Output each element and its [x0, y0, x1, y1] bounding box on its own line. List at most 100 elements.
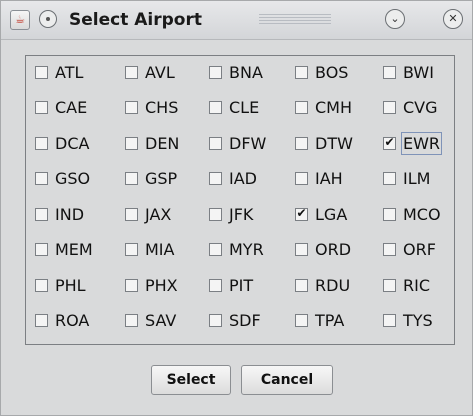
checkbox-unchecked-icon[interactable] — [209, 101, 222, 114]
airport-checkbox-ewr[interactable]: EWR — [383, 129, 463, 157]
airport-checkbox-ind[interactable]: IND — [35, 200, 125, 228]
checkbox-unchecked-icon[interactable] — [209, 243, 222, 256]
checkbox-unchecked-icon[interactable] — [125, 207, 138, 221]
checkbox-unchecked-icon[interactable] — [209, 314, 222, 327]
airport-checkbox-rdu[interactable]: RDU — [295, 271, 383, 299]
airport-code-label: PHL — [55, 275, 86, 295]
checkbox-unchecked-icon[interactable] — [209, 278, 222, 292]
airport-code-label: ROA — [55, 311, 90, 330]
airport-code-label: DEN — [145, 133, 180, 153]
airport-checkbox-bna[interactable]: BNA — [209, 58, 295, 86]
checkbox-unchecked-icon[interactable] — [383, 101, 396, 114]
airport-checkbox-roa[interactable]: ROA — [35, 307, 125, 335]
airport-code-label: JAX — [145, 204, 172, 224]
airport-checkbox-ilm[interactable]: ILM — [383, 165, 463, 193]
airport-code-label: ORD — [315, 240, 352, 259]
airport-checkbox-bos[interactable]: BOS — [295, 58, 383, 86]
airport-checkbox-sdf[interactable]: SDF — [209, 307, 295, 335]
airport-checkbox-pit[interactable]: PIT — [209, 271, 295, 299]
airport-checkbox-gsp[interactable]: GSP — [125, 165, 209, 193]
airport-checkbox-iah[interactable]: IAH — [295, 165, 383, 193]
checkbox-unchecked-icon[interactable] — [125, 136, 138, 150]
checkbox-unchecked-icon[interactable] — [209, 65, 222, 79]
airport-checkbox-cae[interactable]: CAE — [35, 94, 125, 122]
checkbox-unchecked-icon[interactable] — [125, 314, 138, 327]
checkbox-unchecked-icon[interactable] — [125, 278, 138, 292]
airport-checkbox-cmh[interactable]: CMH — [295, 94, 383, 122]
airport-code-label: MYR — [229, 240, 264, 259]
checkbox-unchecked-icon[interactable] — [383, 207, 396, 221]
checkbox-unchecked-icon[interactable] — [35, 278, 48, 292]
checkbox-unchecked-icon[interactable] — [383, 65, 396, 79]
checkbox-unchecked-icon[interactable] — [35, 136, 48, 150]
checkbox-unchecked-icon[interactable] — [209, 172, 222, 185]
checkbox-unchecked-icon[interactable] — [209, 136, 222, 150]
checkbox-unchecked-icon[interactable] — [35, 172, 48, 185]
airport-checkbox-mco[interactable]: MCO — [383, 200, 463, 228]
airport-checkbox-phl[interactable]: PHL — [35, 271, 125, 299]
checkbox-checked-icon[interactable] — [295, 207, 308, 221]
cancel-button[interactable]: Cancel — [241, 365, 333, 395]
airport-checkbox-gso[interactable]: GSO — [35, 165, 125, 193]
checkbox-unchecked-icon[interactable] — [35, 65, 48, 79]
airport-checkbox-dfw[interactable]: DFW — [209, 129, 295, 157]
airport-code-label: BNA — [229, 62, 263, 82]
airport-code-label: PIT — [229, 275, 254, 295]
chevron-down-icon[interactable]: ⌄ — [385, 9, 405, 29]
checkbox-unchecked-icon[interactable] — [35, 101, 48, 114]
checkbox-unchecked-icon[interactable] — [383, 243, 396, 256]
airport-checkbox-ord[interactable]: ORD — [295, 236, 383, 264]
close-icon[interactable]: ✕ — [443, 9, 463, 29]
airport-checkbox-cle[interactable]: CLE — [209, 94, 295, 122]
airport-checkbox-chs[interactable]: CHS — [125, 94, 209, 122]
select-button[interactable]: Select — [151, 365, 231, 395]
checkbox-unchecked-icon[interactable] — [383, 278, 396, 292]
airport-checkbox-dtw[interactable]: DTW — [295, 129, 383, 157]
window-menu-icon[interactable] — [39, 10, 57, 28]
airport-checkbox-phx[interactable]: PHX — [125, 271, 209, 299]
airport-checkbox-cvg[interactable]: CVG — [383, 94, 463, 122]
checkbox-unchecked-icon[interactable] — [383, 172, 396, 185]
airport-code-label: SDF — [229, 311, 261, 330]
airport-checkbox-jfk[interactable]: JFK — [209, 200, 295, 228]
checkbox-unchecked-icon[interactable] — [295, 172, 308, 185]
airport-code-label: RDU — [315, 275, 351, 295]
checkbox-unchecked-icon[interactable] — [295, 101, 308, 114]
checkbox-unchecked-icon[interactable] — [125, 243, 138, 256]
airport-checkbox-ric[interactable]: RIC — [383, 271, 463, 299]
checkbox-unchecked-icon[interactable] — [209, 207, 222, 221]
airport-code-label: CLE — [229, 98, 260, 117]
airport-checkbox-den[interactable]: DEN — [125, 129, 209, 157]
airport-checkbox-myr[interactable]: MYR — [209, 236, 295, 264]
checkbox-unchecked-icon[interactable] — [35, 243, 48, 256]
checkbox-unchecked-icon[interactable] — [295, 136, 308, 150]
checkbox-unchecked-icon[interactable] — [125, 65, 138, 79]
airport-checkbox-tpa[interactable]: TPA — [295, 307, 383, 335]
airport-checkbox-mem[interactable]: MEM — [35, 236, 125, 264]
airport-checkbox-tys[interactable]: TYS — [383, 307, 463, 335]
airport-checkbox-grid: ATL AVL BNA BOS BWI CAE CHS CLE CMH CVG DCA DEN DFW D… — [25, 55, 455, 345]
airport-checkbox-jax[interactable]: JAX — [125, 200, 209, 228]
airport-code-label: ATL — [55, 62, 84, 82]
airport-checkbox-bwi[interactable]: BWI — [383, 58, 463, 86]
checkbox-unchecked-icon[interactable] — [125, 172, 138, 185]
airport-checkbox-orf[interactable]: ORF — [383, 236, 463, 264]
checkbox-unchecked-icon[interactable] — [295, 278, 308, 292]
checkbox-checked-icon[interactable] — [383, 136, 396, 150]
checkbox-unchecked-icon[interactable] — [383, 314, 396, 327]
checkbox-unchecked-icon[interactable] — [35, 314, 48, 327]
checkbox-unchecked-icon[interactable] — [295, 65, 308, 79]
airport-checkbox-avl[interactable]: AVL — [125, 58, 209, 86]
airport-checkbox-lga[interactable]: LGA — [295, 200, 383, 228]
airport-checkbox-atl[interactable]: ATL — [35, 58, 125, 86]
airport-checkbox-dca[interactable]: DCA — [35, 129, 125, 157]
checkbox-unchecked-icon[interactable] — [295, 314, 308, 327]
airport-code-label: RIC — [403, 275, 431, 295]
checkbox-unchecked-icon[interactable] — [35, 207, 48, 221]
checkbox-unchecked-icon[interactable] — [125, 101, 138, 114]
title-bar[interactable]: ☕ Select Airport ⌄ ✕ — [1, 1, 472, 40]
checkbox-unchecked-icon[interactable] — [295, 243, 308, 256]
airport-checkbox-sav[interactable]: SAV — [125, 307, 209, 335]
airport-checkbox-iad[interactable]: IAD — [209, 165, 295, 193]
airport-checkbox-mia[interactable]: MIA — [125, 236, 209, 264]
